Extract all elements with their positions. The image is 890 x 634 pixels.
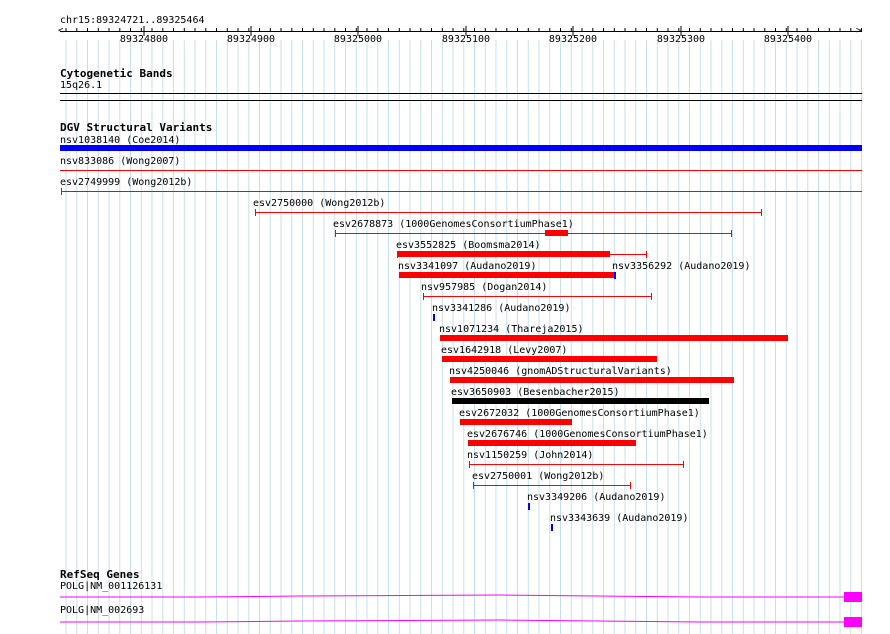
refseq-exon-block bbox=[844, 617, 862, 627]
refseq-intron-line bbox=[60, 619, 845, 623]
refseq-gene-model[interactable] bbox=[0, 0, 890, 634]
